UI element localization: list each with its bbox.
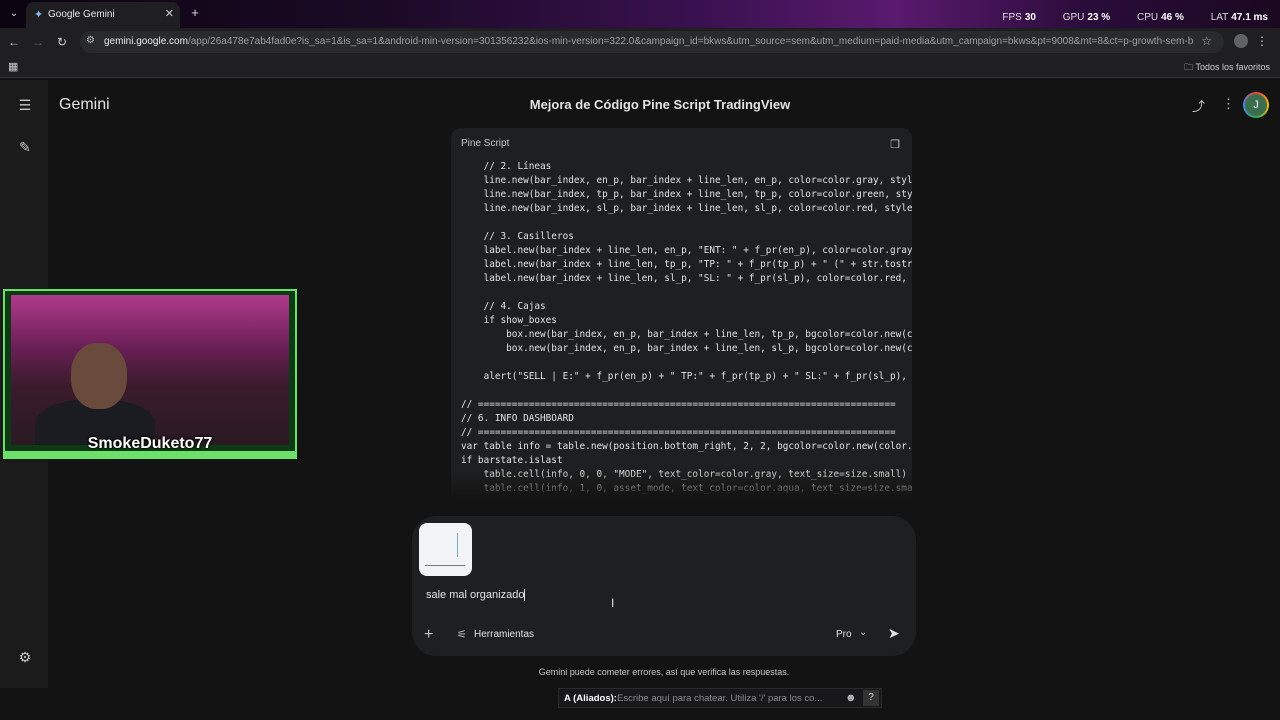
- apps-grid-icon[interactable]: ▦: [8, 60, 18, 73]
- prompt-input[interactable]: sale mal organizado: [426, 589, 526, 602]
- code-language-label: Pine Script: [461, 138, 510, 149]
- disclaimer-text: Gemini puede cometer errores, así que ve…: [538, 667, 790, 677]
- code-line: // =====================================…: [461, 399, 896, 410]
- share-icon[interactable]: ⤴: [1192, 96, 1205, 115]
- prompt-composer: sale mal organizado I + ⚟ Herramientas P…: [412, 516, 916, 656]
- fps-stat: FPS 30: [1002, 12, 1036, 23]
- code-line: label.new(bar_index + line_len, tp_p, "T…: [461, 259, 912, 270]
- bookmarks-bar: ▦ 🗀 Todos los favoritos: [0, 56, 1280, 78]
- mouse-ibeam-cursor-icon: I: [611, 596, 615, 610]
- code-line: // =====================================…: [461, 427, 896, 438]
- thumbnail-chart-line: [425, 565, 465, 566]
- code-line: // 6. INFO DASHBOARD: [461, 413, 574, 424]
- app-brand[interactable]: Gemini: [59, 96, 110, 114]
- new-chat-icon[interactable]: ✎: [16, 138, 34, 156]
- webcam-video: [11, 295, 289, 445]
- performance-overlay: FPS 30 GPU 23 % CPU 46 % LAT 47.1 ms: [978, 12, 1268, 23]
- attached-image-thumbnail[interactable]: [419, 523, 472, 576]
- menu-hamburger-icon[interactable]: ☰: [16, 96, 34, 114]
- tab-search-icon[interactable]: ⌄: [6, 6, 22, 22]
- stream-chat-input[interactable]: Escribe aquí para chatear. Utiliza '/' p…: [617, 693, 839, 704]
- url-text[interactable]: gemini.google.com/app/26a478e7ab4fad0e?i…: [104, 36, 1194, 47]
- webcam-accent-stripe: [5, 451, 295, 457]
- copy-code-icon[interactable]: ❐: [890, 138, 900, 151]
- tools-button[interactable]: Herramientas: [474, 629, 534, 640]
- thumbnail-chart-mark: [457, 533, 467, 557]
- all-bookmarks-button[interactable]: 🗀 Todos los favoritos: [1184, 60, 1270, 76]
- browser-tab[interactable]: ✦ Google Gemini ✕: [26, 2, 180, 28]
- back-icon[interactable]: ←: [6, 34, 22, 50]
- code-line: box.new(bar_index, en_p, bar_index + lin…: [461, 329, 912, 340]
- address-toolbar: ← → ↻ ⚙ gemini.google.com/app/26a478e7ab…: [0, 28, 1280, 56]
- tab-close-icon[interactable]: ✕: [165, 7, 174, 20]
- browser-menu-icon[interactable]: ⋮: [1256, 34, 1268, 48]
- code-line: line.new(bar_index, tp_p, bar_index + li…: [461, 189, 912, 200]
- reload-icon[interactable]: ↻: [54, 34, 70, 50]
- forward-icon[interactable]: →: [30, 34, 46, 50]
- browser-tab-bar: ⌄ ✦ Google Gemini ✕ + FPS 30 GPU 23 % CPU 4…: [0, 0, 1280, 28]
- bookmark-star-icon[interactable]: ☆: [1201, 34, 1212, 48]
- code-line: box.new(bar_index, en_p, bar_index + lin…: [461, 343, 912, 354]
- new-tab-button[interactable]: +: [187, 6, 203, 22]
- browser-profile-icon[interactable]: [1234, 34, 1248, 48]
- code-line: line.new(bar_index, en_p, bar_index + li…: [461, 175, 912, 186]
- code-line: alert("SELL | E:" + f_pr(en_p) + " TP:" …: [461, 371, 912, 382]
- chat-recipient-label: A (Aliados):: [564, 693, 617, 704]
- code-fade-overlay: [451, 470, 912, 500]
- chevron-down-icon[interactable]: ⌄: [859, 627, 867, 638]
- avatar-initial: J: [1245, 94, 1267, 116]
- code-line: label.new(bar_index + line_len, en_p, "E…: [461, 245, 912, 256]
- stream-chat-bar: A (Aliados): Escribe aquí para chatear. …: [558, 688, 882, 708]
- webcam-person-head: [71, 343, 127, 409]
- more-options-icon[interactable]: ⋮: [1222, 96, 1235, 112]
- code-line: // 2. Líneas: [461, 161, 552, 172]
- chat-title: Mejora de Código Pine Script TradingView: [529, 97, 791, 112]
- help-icon[interactable]: ?: [863, 690, 879, 706]
- settings-gear-icon[interactable]: ⚙: [16, 648, 34, 666]
- code-block: Pine Script ❐ // 2. Líneas line.new(bar_…: [451, 128, 912, 500]
- code-line: // 3. Casilleros: [461, 231, 574, 242]
- code-line: if show_boxes: [461, 315, 557, 326]
- tab-title: Google Gemini: [48, 9, 115, 20]
- webcam-overlay: SmokeDuketo77: [3, 289, 297, 459]
- text-caret: [524, 589, 526, 602]
- address-bar[interactable]: ⚙ gemini.google.com/app/26a478e7ab4fad0e…: [80, 31, 1224, 53]
- site-info-icon[interactable]: ⚙: [86, 35, 95, 46]
- code-line: var table info = table.new(position.bott…: [461, 441, 912, 452]
- code-line: // 4. Cajas: [461, 301, 546, 312]
- folder-icon: 🗀: [1184, 62, 1194, 72]
- code-line: label.new(bar_index + line_len, sl_p, "S…: [461, 273, 912, 284]
- code-line: if barstate.islast: [461, 455, 563, 466]
- send-icon[interactable]: ➤: [888, 625, 900, 642]
- code-content: // 2. Líneas line.new(bar_index, en_p, b…: [461, 160, 912, 496]
- model-mode-selector[interactable]: Pro: [836, 629, 852, 640]
- tools-sliders-icon[interactable]: ⚟: [457, 628, 467, 641]
- avatar[interactable]: J: [1243, 92, 1269, 118]
- lat-stat: LAT 47.1 ms: [1210, 12, 1268, 23]
- emoji-icon[interactable]: ☻: [845, 692, 857, 704]
- cpu-stat: CPU 46 %: [1136, 12, 1184, 23]
- add-attachment-button[interactable]: +: [424, 626, 433, 644]
- code-line: line.new(bar_index, sl_p, bar_index + li…: [461, 203, 912, 214]
- gemini-favicon-icon: ✦: [34, 9, 44, 21]
- gpu-stat: GPU 23 %: [1062, 12, 1111, 23]
